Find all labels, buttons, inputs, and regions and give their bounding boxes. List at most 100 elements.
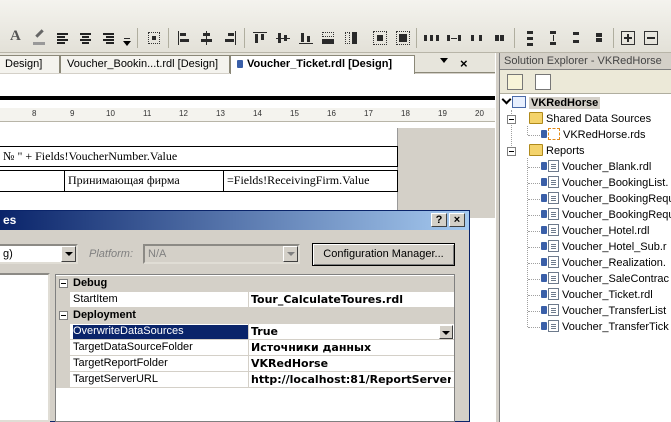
tree-line xyxy=(528,183,540,184)
project-node[interactable]: VKRedHorse xyxy=(501,94,601,111)
vertical-spacing-equal-icon[interactable] xyxy=(522,30,538,46)
file-label: Voucher_BookingList. xyxy=(562,177,669,189)
ruler-number: 15 xyxy=(290,109,299,118)
configuration-value: g) xyxy=(3,248,13,260)
increase-vertical-spacing-icon[interactable] xyxy=(545,30,561,46)
report-file[interactable]: Voucher_BookingRequ xyxy=(541,191,671,207)
receiving-firm-label-textbox[interactable]: Принимающая фирма xyxy=(64,170,224,192)
canvas-margin xyxy=(398,128,495,218)
tree-line xyxy=(528,167,540,168)
ruler-number: 18 xyxy=(401,109,410,118)
platform-select: N/A xyxy=(143,244,300,264)
report-file[interactable]: Voucher_TransferTick xyxy=(541,319,669,335)
report-file[interactable]: Voucher_Hotel_Sub.r xyxy=(541,239,667,255)
tab-label: Design] xyxy=(5,58,43,70)
chevron-down-icon[interactable] xyxy=(61,246,76,262)
lock-icon xyxy=(541,194,547,203)
close-dialog-button[interactable]: × xyxy=(449,213,465,227)
configuration-select[interactable]: g) xyxy=(0,244,78,264)
chevron-down-icon[interactable] xyxy=(439,325,453,339)
horizontal-spacing-equal-icon[interactable] xyxy=(423,30,439,46)
ruler-number: 10 xyxy=(106,109,115,118)
voucher-number-textbox[interactable]: № " + Fields!VoucherNumber.Value xyxy=(0,146,398,167)
center-horizontally-icon[interactable] xyxy=(620,30,636,46)
start-item-row[interactable]: StartItem Tour_CalculateToures.rdl xyxy=(56,292,454,308)
report-file[interactable]: Voucher_Realization. xyxy=(541,255,666,271)
report-file-icon xyxy=(548,208,559,221)
collapse-icon[interactable] xyxy=(507,115,516,124)
align-lefts-icon[interactable] xyxy=(176,30,192,46)
center-vertically-icon[interactable] xyxy=(643,30,659,46)
shared-data-sources-folder[interactable]: Shared Data Sources xyxy=(529,111,651,127)
remove-vertical-spacing-icon[interactable] xyxy=(591,30,607,46)
deployment-category-row[interactable]: Deployment xyxy=(56,308,454,324)
select-grid-icon[interactable] xyxy=(146,30,162,46)
property-value[interactable]: Tour_CalculateToures.rdl xyxy=(251,293,451,307)
align-bottoms-icon[interactable] xyxy=(298,30,314,46)
tab-voucher-ticket[interactable]: Voucher_Ticket.rdl [Design] xyxy=(230,55,415,74)
properties-category-list[interactable] xyxy=(0,273,50,422)
fill-color-icon[interactable] xyxy=(31,29,47,46)
target-datasource-folder-row[interactable]: TargetDataSourceFolder Источники данных xyxy=(56,340,454,356)
align-right-icon[interactable] xyxy=(101,30,117,46)
report-file[interactable]: Voucher_Ticket.rdl xyxy=(541,287,653,303)
property-value[interactable]: Источники данных xyxy=(251,341,451,355)
solution-explorer-title[interactable]: Solution Explorer - VKRedHorse xyxy=(500,53,671,70)
report-file[interactable]: Voucher_BookingList. xyxy=(541,175,668,191)
overwrite-datasources-row[interactable]: OverwriteDataSources True xyxy=(56,324,454,340)
row-gutter xyxy=(56,356,70,372)
properties-icon[interactable] xyxy=(507,74,523,90)
dialog-title: es xyxy=(3,213,17,227)
configuration-manager-button[interactable]: Configuration Manager... xyxy=(312,243,455,266)
font-color-icon[interactable]: A xyxy=(8,28,24,46)
decrease-vertical-spacing-icon[interactable] xyxy=(568,30,584,46)
toolbar-overflow-icon[interactable] xyxy=(123,30,133,46)
target-server-url-row[interactable]: TargetServerURL http://localhost:81/Repo… xyxy=(56,372,454,388)
property-value[interactable]: http://localhost:81/ReportServer xyxy=(251,373,451,387)
debug-category-row[interactable]: Debug xyxy=(56,276,454,292)
receiving-firm-value-textbox[interactable]: =Fields!ReceivingFirm.Value xyxy=(223,170,398,192)
report-file[interactable]: Voucher_Blank.rdl xyxy=(541,159,651,175)
reports-folder[interactable]: Reports xyxy=(529,143,585,159)
empty-textbox[interactable] xyxy=(0,170,65,192)
formatting-toolbar: A xyxy=(0,0,671,53)
report-file[interactable]: Voucher_Hotel.rdl xyxy=(541,223,649,239)
help-button[interactable]: ? xyxy=(431,213,447,227)
align-middles-icon[interactable] xyxy=(275,30,291,46)
data-source-file[interactable]: VKRedHorse.rds xyxy=(541,127,646,143)
file-label: Voucher_TransferTick xyxy=(562,321,669,333)
report-file[interactable]: Voucher_BookingRequ xyxy=(541,207,671,223)
collapse-icon[interactable] xyxy=(59,279,68,288)
ruler-number: 14 xyxy=(253,109,262,118)
align-left-icon[interactable] xyxy=(55,30,71,46)
align-rights-icon[interactable] xyxy=(222,30,238,46)
collapse-icon[interactable] xyxy=(507,147,516,156)
align-tops-icon[interactable] xyxy=(252,30,268,46)
make-same-size-icon[interactable] xyxy=(395,30,411,46)
tab-list-dropdown-icon[interactable] xyxy=(440,58,448,63)
decrease-horizontal-spacing-icon[interactable] xyxy=(469,30,485,46)
show-all-files-icon[interactable] xyxy=(535,74,551,90)
collapse-icon[interactable] xyxy=(59,311,68,320)
report-file[interactable]: Voucher_SaleContrac xyxy=(541,271,669,287)
report-file[interactable]: Voucher_TransferList xyxy=(541,303,666,319)
make-same-height-icon[interactable] xyxy=(343,30,359,46)
make-same-width-icon[interactable] xyxy=(320,30,336,46)
remove-horizontal-spacing-icon[interactable] xyxy=(492,30,508,46)
align-center-icon[interactable] xyxy=(78,30,94,46)
property-value[interactable]: VKRedHorse xyxy=(251,357,451,371)
target-report-folder-row[interactable]: TargetReportFolder VKRedHorse xyxy=(56,356,454,372)
tab-voucher-booking[interactable]: Voucher_Bookin...t.rdl [Design] xyxy=(60,55,230,73)
tree-line xyxy=(528,279,540,280)
lock-icon xyxy=(541,242,547,251)
increase-horizontal-spacing-icon[interactable] xyxy=(446,30,462,46)
property-value[interactable]: True xyxy=(251,325,451,339)
report-file-icon xyxy=(548,160,559,173)
close-tab-icon[interactable]: × xyxy=(460,56,468,71)
ruler-number: 19 xyxy=(438,109,447,118)
align-centers-icon[interactable] xyxy=(199,30,215,46)
tab-design-partial[interactable]: Design] xyxy=(0,55,60,73)
size-to-grid-icon[interactable] xyxy=(372,30,388,46)
lock-icon xyxy=(541,226,547,235)
dialog-title-bar[interactable]: es xyxy=(0,211,469,230)
